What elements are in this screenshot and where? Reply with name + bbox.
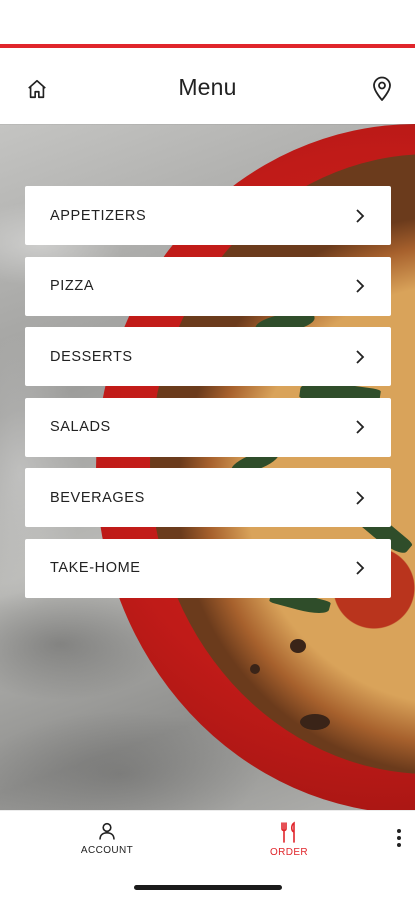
- home-indicator[interactable]: [134, 885, 282, 890]
- menu-item-pizza[interactable]: PIZZA: [25, 256, 391, 316]
- menu-item-label: BEVERAGES: [50, 489, 145, 506]
- charred-spot: [300, 714, 330, 730]
- chevron-right-icon: [353, 349, 367, 364]
- menu-item-label: SALADS: [50, 419, 111, 435]
- menu-item-beverages[interactable]: BEVERAGES: [25, 468, 391, 527]
- tab-account-label: ACCOUNT: [80, 845, 134, 856]
- chevron-right-icon: [353, 490, 367, 505]
- location-pin-icon: [373, 76, 391, 101]
- menu-item-appetizers[interactable]: APPETIZERS: [25, 186, 391, 245]
- menu-item-label: DESSERTS: [50, 348, 133, 365]
- more-options-button[interactable]: [389, 825, 409, 851]
- menu-item-label: TAKE-HOME: [50, 560, 141, 576]
- chevron-right-icon: [353, 279, 367, 293]
- menu-category-list: APPETIZERS PIZZA DESSERTS SALADS BEVERAG…: [25, 186, 391, 609]
- chevron-right-icon: [353, 561, 367, 575]
- menu-item-label: PIZZA: [50, 278, 95, 294]
- menu-item-take-home[interactable]: TAKE-HOME: [25, 538, 391, 598]
- menu-item-desserts[interactable]: DESSERTS: [25, 327, 391, 386]
- tab-order-label: ORDER: [269, 847, 309, 858]
- app-screen: Menu APPETIZERS PIZZA DESSERTS SALADS BE…: [0, 0, 415, 900]
- tab-order[interactable]: ORDER: [244, 821, 334, 858]
- menu-item-salads[interactable]: SALADS: [25, 397, 391, 457]
- chevron-right-icon: [353, 208, 367, 223]
- header: Menu: [0, 48, 415, 124]
- utensils-icon: [281, 821, 295, 843]
- charred-spot: [290, 639, 306, 653]
- location-button[interactable]: [365, 72, 399, 106]
- person-icon: [99, 822, 115, 840]
- menu-item-label: APPETIZERS: [50, 207, 147, 224]
- charred-spot: [250, 664, 260, 674]
- chevron-right-icon: [353, 420, 367, 434]
- tab-account[interactable]: ACCOUNT: [62, 821, 152, 856]
- more-vertical-icon: [397, 829, 401, 847]
- page-title: Menu: [178, 74, 237, 100]
